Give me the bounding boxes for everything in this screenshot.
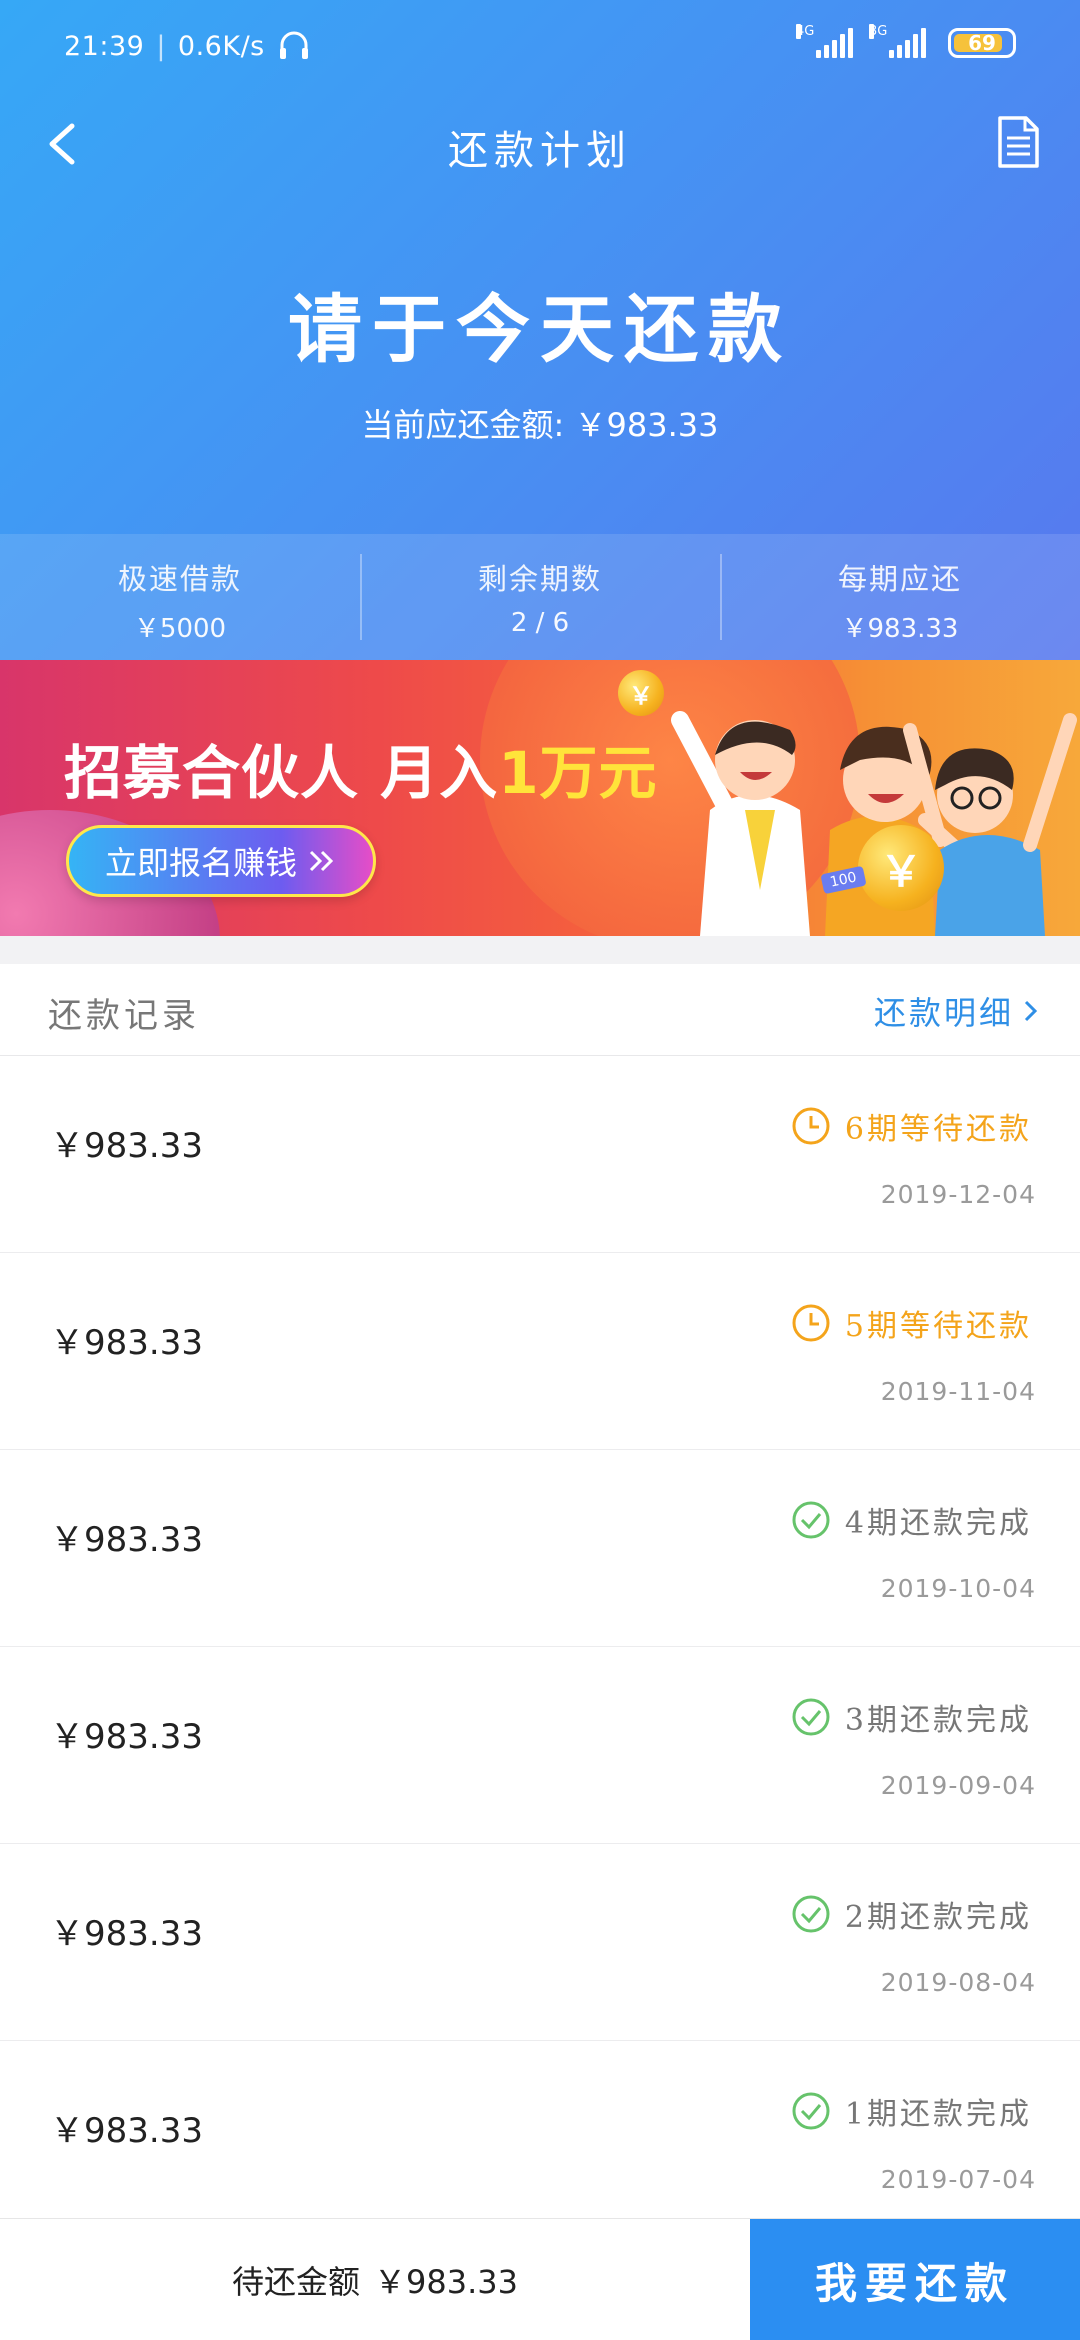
record-date: 2019-12-04 (880, 1180, 1036, 1209)
repay-button[interactable]: 我要还款 (750, 2219, 1080, 2340)
loan-summary: 极速借款 ￥5000 剩余期数 2 / 6 每期应还 ￥983.33 (0, 534, 1080, 660)
record-status-label: 5期等待还款 (844, 1309, 1032, 1344)
record-row[interactable]: ￥983.33 1期还款完成 2019-07-04 (0, 2041, 1080, 2238)
coin-symbol: ￥ (879, 846, 922, 896)
repayment-detail-label: 还款明细 (873, 994, 1014, 1032)
status-divider: | (156, 30, 166, 62)
record-amount: ￥983.33 (50, 1520, 203, 1560)
record-date: 2019-09-04 (880, 1771, 1036, 1800)
stat-remaining-periods: 剩余期数 2 / 6 (360, 534, 720, 660)
due-label: 待还金额 (232, 2263, 361, 2301)
clock-icon (792, 1107, 830, 1145)
battery-icon: 69 (948, 28, 1016, 58)
status-net-speed: 0.6K/s (177, 30, 265, 62)
signup-button-label: 立即报名赚钱 (104, 844, 297, 882)
repayment-detail-link[interactable]: 还款明细 (874, 988, 1040, 1034)
record-date: 2019-08-04 (880, 1968, 1036, 1997)
record-status: 5期等待还款 (791, 1301, 1032, 1345)
status-bar: 21:39 | 0.6K/s 4G 3G 69 (0, 0, 1080, 100)
due-amount: ￥983.33 (374, 2263, 518, 2301)
record-status: 1期还款完成 (791, 2089, 1032, 2133)
coin-icon: ￥ (618, 670, 664, 716)
section-divider (0, 936, 1080, 964)
due-summary: 待还金额 ￥983.33 (0, 2219, 750, 2340)
record-status-label: 2期还款完成 (844, 1900, 1032, 1935)
records-title: 还款记录 (48, 996, 200, 1036)
cartoon-people-illustration (671, 711, 1077, 936)
record-status: 4期还款完成 (791, 1498, 1032, 1542)
document-icon (998, 116, 1039, 168)
banner-title-main: 招募合伙人 月入 (64, 739, 499, 807)
signal-sim1-icon: 4G (796, 24, 853, 58)
headset-icon (279, 31, 308, 59)
check-circle-icon (792, 1501, 830, 1539)
record-status: 3期还款完成 (791, 1695, 1032, 1739)
banner-title-highlight: 1万元 (498, 739, 658, 807)
record-amount: ￥983.33 (50, 1323, 203, 1363)
coupon-tag-label: 100 (828, 869, 859, 891)
stat-per-period: 每期应还 ￥983.33 (720, 534, 1080, 660)
signal-sim2-icon: 3G (869, 24, 926, 58)
record-amount: ￥983.33 (50, 1914, 203, 1954)
record-status-label: 1期还款完成 (844, 2097, 1032, 2132)
nav-bar: 还款计划 (0, 100, 1080, 190)
coin-icon: ￥ (858, 825, 944, 911)
record-row[interactable]: ￥983.33 3期还款完成 2019-09-04 (0, 1647, 1080, 1844)
record-status-label: 4期还款完成 (844, 1506, 1032, 1541)
coin-symbol: ￥ (629, 681, 653, 710)
page-title: 还款计划 (448, 128, 632, 174)
document-button[interactable] (994, 114, 1042, 170)
header: 21:39 | 0.6K/s 4G 3G 69 还款计划 请于今天还款 当前应还… (0, 0, 1080, 660)
chevron-right-icon (1024, 1000, 1038, 1022)
record-row[interactable]: ￥983.33 2期还款完成 2019-08-04 (0, 1844, 1080, 2041)
sim1-type: 4G (796, 24, 815, 39)
record-status-label: 3期还款完成 (844, 1703, 1032, 1738)
check-circle-icon (792, 1895, 830, 1933)
stat-label: 极速借款 (117, 562, 242, 596)
records-header: 还款记录 还款明细 (0, 964, 1080, 1056)
double-chevron-right-icon (309, 850, 334, 872)
record-status-label: 6期等待还款 (844, 1112, 1032, 1147)
current-due-amount: 当前应还金额: ￥983.33 (0, 400, 1080, 446)
footer-bar: 待还金额 ￥983.33 我要还款 (0, 2218, 1080, 2340)
record-status: 2期还款完成 (791, 1892, 1032, 1936)
stat-loan-amount: 极速借款 ￥5000 (0, 534, 360, 660)
stat-label: 剩余期数 (477, 562, 602, 596)
record-amount: ￥983.33 (50, 1126, 203, 1166)
stat-label: 每期应还 (837, 562, 962, 596)
status-right: 4G 3G 69 (796, 24, 1016, 58)
clock-icon (792, 1304, 830, 1342)
due-today-title: 请于今天还款 (288, 287, 792, 373)
check-circle-icon (792, 2092, 830, 2130)
record-amount: ￥983.33 (50, 2111, 203, 2151)
record-date: 2019-10-04 (880, 1574, 1036, 1603)
promo-banner[interactable]: 招募合伙人 月入1万元 立即报名赚钱 ￥ ￥ 100 (0, 660, 1080, 936)
record-row[interactable]: ￥983.33 5期等待还款 2019-11-04 (0, 1253, 1080, 1450)
stat-value: 2 / 6 (510, 608, 570, 638)
sim2-type: 3G (869, 24, 888, 39)
stat-value: ￥983.33 (841, 614, 959, 644)
record-amount: ￥983.33 (50, 1717, 203, 1757)
current-due-value: ￥983.33 (574, 406, 719, 444)
record-status: 6期等待还款 (791, 1104, 1032, 1148)
status-time: 21:39 (64, 30, 145, 62)
signup-button[interactable]: 立即报名赚钱 (66, 825, 376, 897)
record-row[interactable]: ￥983.33 6期等待还款 2019-12-04 (0, 1056, 1080, 1253)
stat-value: ￥5000 (133, 614, 227, 644)
status-left: 21:39 | 0.6K/s (64, 30, 311, 62)
record-row[interactable]: ￥983.33 4期还款完成 2019-10-04 (0, 1450, 1080, 1647)
check-circle-icon (792, 1698, 830, 1736)
battery-level: 69 (968, 31, 996, 55)
record-date: 2019-07-04 (880, 2165, 1036, 2194)
banner-title: 招募合伙人 月入1万元 (64, 726, 658, 810)
record-date: 2019-11-04 (880, 1377, 1036, 1406)
current-due-label: 当前应还金额: (361, 406, 565, 444)
